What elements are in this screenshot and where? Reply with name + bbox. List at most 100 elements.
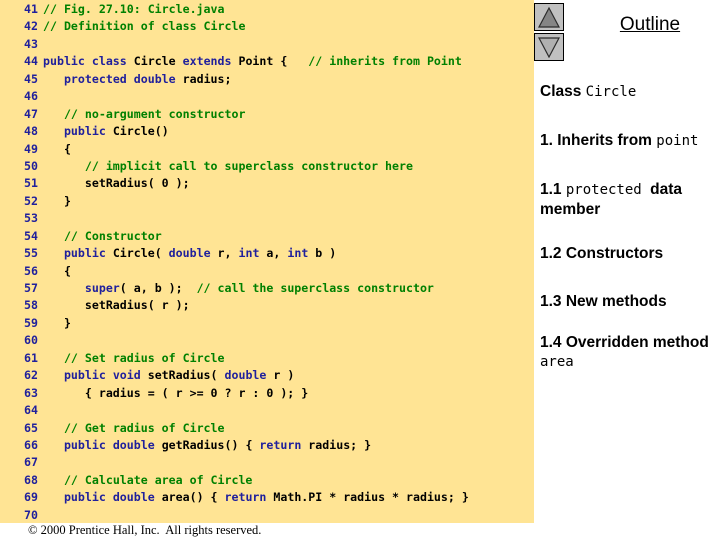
code-line: 52 } [0, 193, 534, 210]
code-token: { [63, 263, 71, 278]
outline-label-text: 1.2 Constructors [540, 245, 664, 262]
code-token: protected double [63, 71, 183, 86]
outline-item-inherits-from-point[interactable]: 1. Inherits from point [540, 131, 720, 151]
code-line: 57 super( a, b ); // call the superclass… [0, 280, 534, 297]
code-line: 54 // Constructor [0, 228, 534, 245]
code-line: 60 [0, 332, 534, 349]
code-line: 50 // implicit call to superclass constr… [0, 158, 534, 175]
code-line: 43 [0, 36, 534, 53]
outline-item-class-circle[interactable]: Class Circle [540, 82, 720, 102]
code-line-number: 50 [24, 158, 38, 173]
code-line: 48 public Circle() [0, 123, 534, 140]
code-line: 49 { [0, 141, 534, 158]
code-token: // no-argument constructor [63, 106, 246, 121]
code-line-number: 54 [24, 228, 38, 243]
outline-label-text: 1. Inherits from [540, 132, 657, 149]
code-line-number: 59 [24, 315, 38, 330]
code-line-number: 42 [24, 19, 38, 34]
code-line-text: // Constructor [43, 228, 162, 245]
code-line-number: 49 [24, 141, 38, 156]
outline-label-text: 1.3 New methods [540, 293, 667, 310]
code-token: setRadius( r ); [84, 298, 190, 313]
code-line-text: // Calculate area of Circle [43, 472, 252, 489]
code-token: getRadius() { [161, 437, 260, 452]
code-token: // Fig. 27.10: Circle.java [43, 2, 225, 16]
code-line: 61 // Set radius of Circle [0, 350, 534, 367]
outline-item-overridden-method-area[interactable]: 1.4 Overridden method area [540, 333, 720, 372]
code-token: { radius = ( r >= 0 ? r : 0 ); } [84, 385, 309, 400]
code-token: public class [43, 54, 134, 69]
code-line-number: 57 [24, 281, 38, 295]
code-line-text: public double area() { return Math.PI * … [43, 489, 469, 506]
code-line: 66 public double getRadius() { return ra… [0, 437, 534, 454]
code-token: // Constructor [63, 228, 162, 243]
scroll-up-button[interactable] [534, 3, 564, 31]
code-token: } [63, 193, 71, 208]
code-token: int [238, 246, 267, 261]
code-line-number: 51 [24, 176, 38, 191]
outline-item-constructors[interactable]: 1.2 Constructors [540, 244, 720, 263]
scroll-down-button[interactable] [534, 33, 564, 61]
outline-item-protected-data-member[interactable]: 1.1 protected data member [540, 180, 720, 219]
code-token: Circle [133, 54, 183, 69]
code-token: super [84, 281, 120, 295]
code-line: 44 public class Circle extends Point { //… [0, 53, 534, 70]
code-line: 58 setRadius( r ); [0, 297, 534, 314]
code-line: 45 protected double radius; [0, 71, 534, 88]
code-token: Point { [238, 54, 309, 69]
code-line: 62 public void setRadius( double r ) [0, 367, 534, 384]
code-line-number: 65 [24, 420, 38, 435]
outline-panel: Outline Class Circle 1. Inherits from po… [534, 0, 720, 540]
code-token: public double [63, 490, 162, 505]
copyright-footer: © 2000 Prentice Hall, Inc. All rights re… [28, 523, 262, 537]
code-token: // Calculate area of Circle [63, 472, 253, 487]
code-line-number: 53 [24, 211, 38, 226]
code-line-number: 56 [24, 263, 38, 278]
code-token: double [224, 368, 274, 383]
code-line-text: public Circle( double r, int a, int b ) [43, 245, 336, 262]
code-line: 41 // Fig. 27.10: Circle.java [0, 1, 534, 18]
code-line-number: 44 [24, 54, 38, 69]
code-line-text: { [43, 263, 71, 280]
code-token: public [63, 124, 113, 139]
code-line-text: // Set radius of Circle [43, 350, 225, 367]
code-line: 51 setRadius( 0 ); [0, 175, 534, 192]
code-line-number: 60 [24, 333, 38, 348]
code-line-number: 55 [24, 246, 38, 261]
code-token: a, [266, 246, 288, 261]
code-token: public void [63, 368, 148, 383]
outline-label-text: 1.1 [540, 181, 566, 198]
code-line-text: protected double radius; [43, 71, 232, 88]
code-line-text: setRadius( 0 ); [43, 175, 190, 192]
code-line-text: // Get radius of Circle [43, 420, 225, 437]
code-line: 67 [0, 454, 534, 471]
code-token: // inherits from Point [308, 54, 462, 69]
code-line-text: // Fig. 27.10: Circle.java [43, 1, 224, 18]
code-line-number: 41 [24, 2, 38, 16]
code-token: setRadius( 0 ); [84, 176, 190, 191]
code-line: 47 // no-argument constructor [0, 106, 534, 123]
code-line: 56 { [0, 263, 534, 280]
code-token: b ) [315, 246, 337, 261]
outline-code-text: Circle [585, 84, 637, 100]
code-listing-panel: 41 // Fig. 27.10: Circle.java 42 // Definit… [0, 0, 534, 523]
code-token: Circle() [112, 124, 169, 139]
code-token: extends [182, 54, 239, 69]
outline-item-new-methods[interactable]: 1.3 New methods [540, 292, 720, 311]
